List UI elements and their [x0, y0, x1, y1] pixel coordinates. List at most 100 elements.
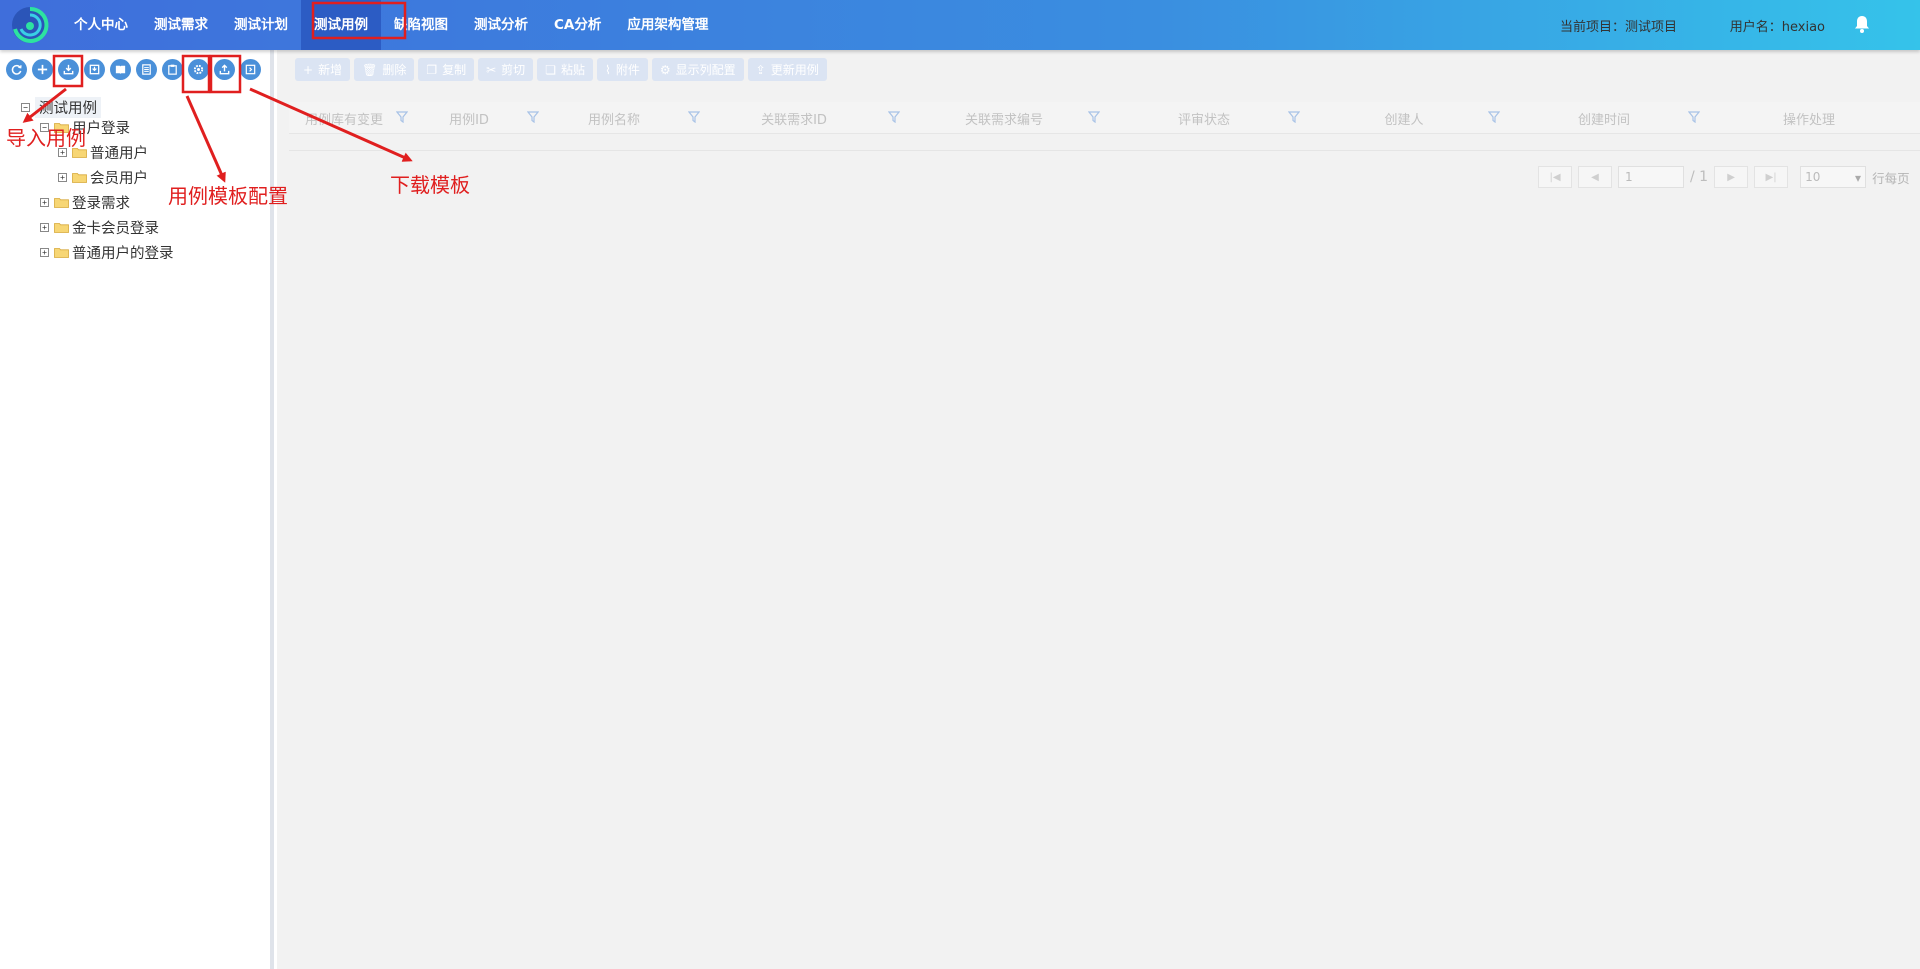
per-page-label: 行每页: [1872, 170, 1910, 186]
nav-test-analysis[interactable]: 测试分析: [461, 0, 541, 50]
import-icon[interactable]: [58, 59, 79, 80]
button-label: 显示列配置: [675, 63, 736, 77]
plus-icon: +: [303, 62, 314, 77]
tree-node[interactable]: + 登录需求: [40, 192, 130, 212]
column-header[interactable]: 关联需求编号: [929, 102, 1079, 134]
button-label: 删除: [382, 63, 407, 77]
tree-node-label: 测试用例: [35, 96, 101, 118]
cut-button[interactable]: ✂ 剪切: [478, 58, 534, 81]
button-label: 粘贴: [560, 63, 585, 77]
paste-icon: ❏: [545, 62, 556, 77]
nav-app-architecture[interactable]: 应用架构管理: [614, 0, 721, 50]
button-label: 更新用例: [770, 63, 819, 77]
refresh-icon[interactable]: [6, 59, 27, 80]
tree-node-label: 普通用户: [90, 145, 148, 162]
main-nav: 个人中心 测试需求 测试计划 测试用例 缺陷视图 测试分析 CA分析 应用架构管…: [61, 0, 721, 50]
filter-icon[interactable]: [1088, 111, 1100, 123]
nav-ca-analysis[interactable]: CA分析: [541, 0, 614, 50]
current-project[interactable]: 当前项目：测试项目: [1560, 16, 1677, 35]
column-header[interactable]: 关联需求ID: [729, 102, 859, 134]
tree-node-label: 会员用户: [90, 170, 148, 187]
nav-test-plan[interactable]: 测试计划: [221, 0, 301, 50]
column-header[interactable]: 用例库有变更: [289, 102, 399, 134]
nav-test-cases[interactable]: 测试用例: [301, 0, 381, 50]
nav-test-requirements[interactable]: 测试需求: [141, 0, 221, 50]
export-icon[interactable]: [84, 59, 105, 80]
tree-node[interactable]: + 金卡会员登录: [40, 217, 159, 237]
add-case-button[interactable]: + 新增: [295, 58, 351, 81]
copy-icon: ❐: [426, 62, 438, 77]
book-icon[interactable]: [110, 59, 131, 80]
grid-divider: [289, 150, 1920, 151]
bell-icon[interactable]: [1852, 14, 1872, 34]
tree-node-label: 登录需求: [72, 195, 130, 212]
grid-header: 用例库有变更 用例ID 用例名称 关联需求ID 关联需求编号 评审状态 创建人 …: [289, 102, 1920, 134]
gear-icon: ⚙: [659, 62, 671, 77]
expand-toggle[interactable]: +: [40, 197, 49, 207]
nav-defect-view[interactable]: 缺陷视图: [381, 0, 461, 50]
filter-icon[interactable]: [527, 111, 539, 123]
import-annotation: 导入用例: [6, 126, 86, 150]
column-config-button[interactable]: ⚙ 显示列配置: [651, 58, 744, 81]
update-case-button[interactable]: ⇪ 更新用例: [747, 58, 827, 81]
column-header: 操作处理: [1782, 112, 1835, 128]
collapse-toggle[interactable]: −: [21, 102, 30, 112]
button-label: 剪切: [501, 63, 526, 77]
settings-icon[interactable]: [188, 59, 209, 80]
app-logo[interactable]: [10, 5, 50, 45]
folder-icon: [54, 222, 69, 233]
add-icon[interactable]: [32, 59, 53, 80]
upload-icon[interactable]: [214, 59, 235, 80]
filter-icon[interactable]: [1288, 111, 1300, 123]
column-header[interactable]: 用例名称: [559, 102, 669, 134]
column-header[interactable]: 评审状态: [1129, 102, 1279, 134]
next-page-button[interactable]: ▶: [1714, 166, 1749, 188]
column-header[interactable]: 创建人: [1329, 102, 1479, 134]
attachment-button[interactable]: ⌇ 附件: [596, 58, 648, 81]
tree-toolbar: [6, 59, 261, 81]
tree-node[interactable]: + 会员用户: [58, 167, 148, 187]
column-header[interactable]: 创建时间: [1529, 102, 1679, 134]
case-toolbar: + 新增 🗑 删除 ❐ 复制 ✂ 剪切 ❏ 粘贴 ⌇ 附件 ⚙ 显示列配置 ⇪ 更新用例: [295, 58, 827, 81]
button-label: 附件: [615, 63, 640, 77]
download-template-annotation: 下载模板: [390, 173, 470, 197]
upload-icon: ⇪: [755, 62, 766, 77]
attachment-icon: ⌇: [604, 62, 611, 77]
expand-toggle[interactable]: +: [40, 247, 49, 257]
last-page-button[interactable]: ▶|: [1754, 166, 1789, 188]
folder-icon: [72, 172, 87, 183]
first-page-button[interactable]: |◀: [1538, 166, 1572, 188]
filter-icon[interactable]: [688, 111, 700, 123]
paste-button[interactable]: ❏ 粘贴: [537, 58, 593, 81]
expand-toggle[interactable]: +: [40, 222, 49, 232]
tree-node[interactable]: + 普通用户的登录: [40, 242, 174, 262]
copy-button[interactable]: ❐ 复制: [418, 58, 475, 81]
filter-icon[interactable]: [396, 111, 408, 123]
total-pages: / 1: [1690, 169, 1709, 185]
tree-node-label: 普通用户的登录: [72, 245, 174, 262]
top-navigation-bar: 个人中心 测试需求 测试计划 测试用例 缺陷视图 测试分析 CA分析 应用架构管…: [0, 0, 1920, 50]
scissors-icon: ✂: [486, 62, 497, 77]
filter-icon[interactable]: [888, 111, 900, 123]
list-icon[interactable]: [136, 59, 157, 80]
button-label: 复制: [442, 63, 467, 77]
paste-icon[interactable]: [162, 59, 183, 80]
prev-page-button[interactable]: ◀: [1578, 166, 1612, 188]
delete-button[interactable]: 🗑 删除: [354, 58, 415, 81]
tree-node-root[interactable]: − 测试用例: [21, 96, 101, 118]
username[interactable]: 用户名：hexiao: [1730, 16, 1825, 35]
page-size-select[interactable]: 10: [1800, 166, 1867, 188]
filter-icon[interactable]: [1688, 111, 1700, 123]
folder-icon: [54, 197, 69, 208]
page-number-input[interactable]: 1: [1618, 166, 1684, 188]
column-header[interactable]: 用例ID: [419, 102, 519, 134]
button-label: 新增: [318, 63, 343, 77]
nav-personal-center[interactable]: 个人中心: [61, 0, 141, 50]
trash-icon: 🗑: [362, 62, 378, 77]
folder-icon: [54, 247, 69, 258]
pagination: |◀ ◀ 1 / 1 ▶ ▶| 10 行每页: [1538, 166, 1910, 188]
expand-toggle[interactable]: +: [58, 172, 67, 182]
collapse-icon[interactable]: [240, 59, 261, 80]
case-list-panel: + 新增 🗑 删除 ❐ 复制 ✂ 剪切 ❏ 粘贴 ⌇ 附件 ⚙ 显示列配置 ⇪ 更新用例 用例库…: [277, 50, 1920, 969]
filter-icon[interactable]: [1488, 111, 1500, 123]
